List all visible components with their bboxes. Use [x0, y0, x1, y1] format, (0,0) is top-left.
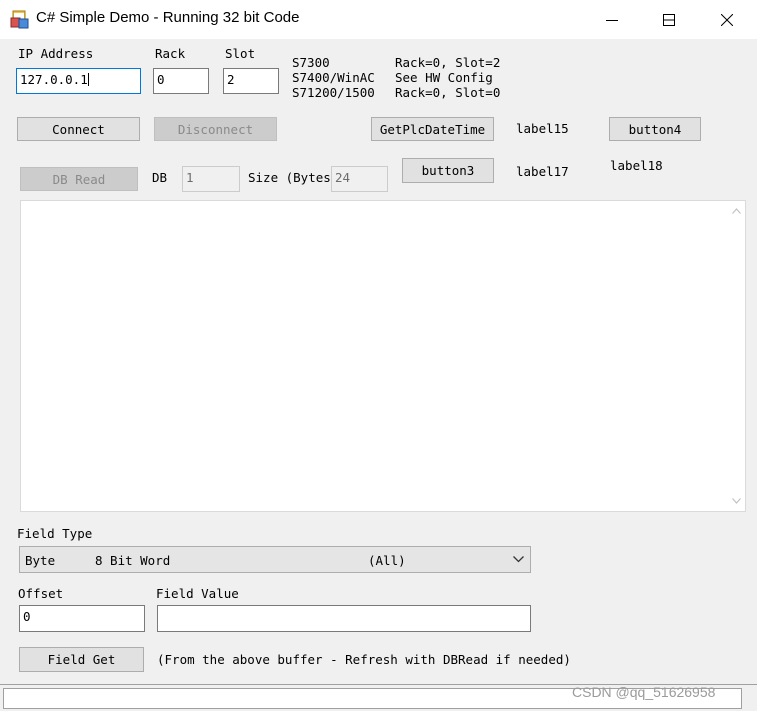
size-bytes-label: Size (Bytes): [248, 170, 339, 185]
plc-model-hint-1: S7300: [292, 55, 330, 70]
get-plc-datetime-button[interactable]: GetPlcDateTime: [371, 117, 494, 141]
connect-button[interactable]: Connect: [17, 117, 140, 141]
field-type-name: Byte: [25, 553, 56, 568]
window-title: C# Simple Demo - Running 32 bit Code: [36, 9, 300, 26]
plc-config-hint-3: Rack=0, Slot=0: [395, 85, 501, 100]
plc-model-hint-2: S7400/WinAC: [292, 70, 375, 85]
watermark: CSDN @qq_51626958: [572, 684, 716, 700]
db-number-input[interactable]: 1: [182, 166, 240, 192]
slot-input[interactable]: 2: [223, 68, 279, 94]
close-control[interactable]: [698, 0, 756, 39]
rack-label: Rack: [155, 46, 186, 61]
plc-config-hint-1: Rack=0, Slot=2: [395, 55, 501, 70]
minimize-icon: [606, 19, 618, 21]
db-read-button[interactable]: DB Read: [20, 167, 138, 191]
label17: label17: [516, 164, 569, 179]
output-textbox[interactable]: [20, 200, 746, 512]
size-bytes-input[interactable]: 24: [331, 166, 388, 192]
vertical-scrollbar[interactable]: [728, 201, 745, 511]
scroll-up-icon[interactable]: [732, 208, 741, 214]
windows-form-icon: [10, 10, 29, 29]
field-type-desc: 8 Bit Word: [95, 553, 171, 568]
db-label: DB: [152, 170, 168, 185]
button4[interactable]: button4: [609, 117, 701, 141]
plc-model-hint-3: S71200/1500: [292, 85, 375, 100]
ip-address-label: IP Address: [18, 46, 94, 61]
text-cursor: [87, 73, 89, 86]
ip-address-value: 127.0.0.1: [20, 72, 88, 87]
field-type-dropdown[interactable]: Byte 8 Bit Word (All): [19, 546, 531, 573]
plc-config-hint-2: See HW Config: [395, 70, 493, 85]
field-value-label: Field Value: [156, 586, 239, 601]
maximize-icon: [663, 13, 675, 26]
close-icon: [721, 13, 733, 26]
offset-label: Offset: [18, 586, 64, 601]
field-type-label: Field Type: [17, 526, 93, 541]
rack-input[interactable]: 0: [153, 68, 209, 94]
maximize-control[interactable]: [640, 0, 698, 39]
offset-input[interactable]: 0: [19, 605, 145, 632]
slot-label: Slot: [225, 46, 256, 61]
field-value-input[interactable]: [157, 605, 531, 632]
scroll-down-icon[interactable]: [732, 498, 741, 504]
disconnect-button[interactable]: Disconnect: [154, 117, 277, 141]
minimize-control[interactable]: [583, 0, 641, 39]
label18: label18: [610, 158, 663, 173]
field-get-button[interactable]: Field Get: [19, 647, 144, 672]
ip-address-input[interactable]: 127.0.0.1: [16, 68, 141, 94]
label15: label15: [516, 121, 569, 136]
field-type-range: (All): [368, 553, 406, 568]
button3[interactable]: button3: [402, 158, 494, 183]
field-get-note: (From the above buffer - Refresh with DB…: [157, 652, 571, 667]
chevron-down-icon: [513, 556, 524, 563]
